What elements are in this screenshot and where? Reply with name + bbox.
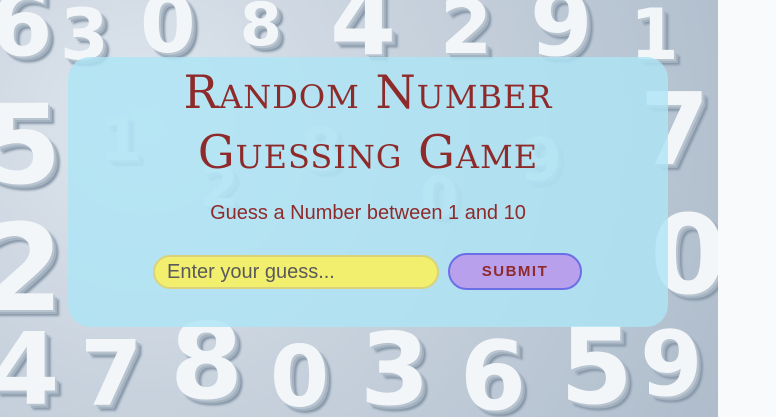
bg-digit: 0 bbox=[140, 0, 196, 71]
instructions-text: Guess a Number between 1 and 10 bbox=[210, 202, 526, 224]
game-panel: Random Number Guessing Game Guess a Numb… bbox=[68, 57, 668, 327]
bg-digit: 7 bbox=[80, 322, 143, 417]
title-line-2: Guessing Game bbox=[197, 125, 539, 179]
bg-digit: 5 bbox=[0, 81, 62, 209]
bg-digit: 0 bbox=[270, 328, 330, 417]
bg-digit: 8 bbox=[240, 0, 282, 60]
title-line-1: Random Number bbox=[183, 65, 553, 119]
bg-digit: 3 bbox=[360, 311, 430, 417]
game-title: Random Number Guessing Game bbox=[68, 62, 668, 182]
bg-digit: 6 bbox=[0, 0, 53, 77]
bg-digit: 4 bbox=[0, 311, 60, 417]
game-page: 6 3 0 8 4 2 9 1 5 7 2 0 4 7 8 0 3 6 5 9 … bbox=[0, 0, 776, 417]
bg-digit: 2 bbox=[440, 0, 493, 71]
bg-digit: 6 bbox=[460, 322, 527, 417]
submit-button[interactable]: SUBMIT bbox=[448, 253, 582, 290]
page-margin bbox=[718, 0, 776, 417]
guess-input[interactable] bbox=[153, 255, 439, 289]
bg-digit: 9 bbox=[640, 312, 703, 417]
bg-digit: 5 bbox=[560, 306, 634, 417]
